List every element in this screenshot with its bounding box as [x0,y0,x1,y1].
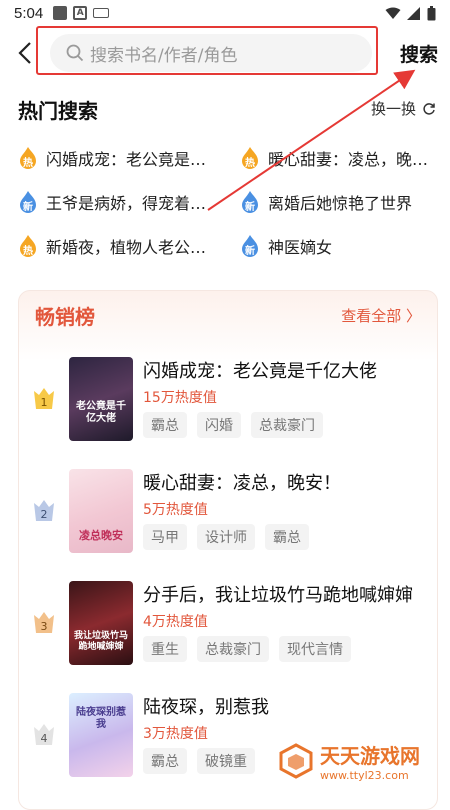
status-time: 5:04 [14,5,43,22]
hot-search-text: 暖心甜妻：凌总，晚… [268,146,428,170]
book-item[interactable]: 1 老公竟是千亿大佬 闪婚成宠：老公竟是千亿大佬 15万热度值 霸总 闪婚 总裁… [19,357,439,467]
rank-crown-gold-icon: 1 [33,385,55,411]
book-tag[interactable]: 霸总 [265,524,309,550]
book-tags: 马甲 设计师 霸总 [143,524,309,550]
hot-badge-icon: 热 [240,147,260,169]
book-tags: 霸总 破镜重 [143,748,255,774]
hot-search-text: 闪婚成宠：老公竟是… [46,146,206,170]
hot-search-item[interactable]: 新 离婚后她惊艳了世界 [240,190,412,214]
book-title: 暖心甜妻：凌总，晚安！ [143,469,341,495]
book-tags: 重生 总裁豪门 现代言情 [143,636,351,662]
watermark-name: 天天游戏网 [320,740,420,769]
refresh-label: 换一换 [371,98,416,119]
hot-badge-icon: 热 [18,235,38,257]
new-badge-icon: 新 [18,191,38,213]
hot-search-item[interactable]: 热 暖心甜妻：凌总，晚… [240,146,428,170]
new-badge-icon: 新 [240,191,260,213]
refresh-button[interactable]: 换一换 [371,98,436,119]
notification-icon [53,6,67,20]
refresh-icon [422,102,436,116]
book-tag[interactable]: 总裁豪门 [251,412,323,438]
watermark-logo-icon [278,743,314,779]
hot-search-item[interactable]: 新 神医嫡女 [240,234,332,258]
hot-search-title: 热门搜索 [18,95,98,124]
book-heat: 15万热度值 [143,387,217,407]
chevron-left-icon [18,41,32,65]
bestseller-title: 畅销榜 [35,301,95,330]
watermark: 天天游戏网 www.ttyl23.com [278,740,420,782]
book-item[interactable]: 3 我让垃圾竹马跪地喊婶婶 分手后，我让垃圾竹马跪地喊婶婶 4万热度值 重生 总… [19,581,439,691]
wifi-icon [385,7,401,20]
book-item[interactable]: 2 凌总晚安 暖心甜妻：凌总，晚安！ 5万热度值 马甲 设计师 霸总 [19,469,439,579]
book-title: 闪婚成宠：老公竟是千亿大佬 [143,357,377,383]
signal-icon [407,7,421,20]
book-tag[interactable]: 霸总 [143,748,187,774]
book-tag[interactable]: 总裁豪门 [197,636,269,662]
bestseller-card: 畅销榜 查看全部 〉 1 老公竟是千亿大佬 闪婚成宠：老公竟是千亿大佬 15万热… [18,290,438,810]
new-badge-icon: 新 [240,235,260,257]
book-tag[interactable]: 破镜重 [197,748,255,774]
book-tag[interactable]: 闪婚 [197,412,241,438]
hot-search-item[interactable]: 热 闪婚成宠：老公竟是… [18,146,206,170]
book-cover-image: 老公竟是千亿大佬 [69,357,133,441]
book-heat: 5万热度值 [143,499,208,519]
view-all-link[interactable]: 查看全部 〉 [341,305,421,326]
book-tag[interactable]: 设计师 [197,524,255,550]
hot-search-text: 神医嫡女 [268,234,332,258]
svg-text:4: 4 [41,732,48,745]
book-cover-image: 凌总晚安 [69,469,133,553]
hot-badge-icon: 热 [18,147,38,169]
rank-crown-silver-icon: 2 [33,497,55,523]
book-heat: 4万热度值 [143,611,208,631]
book-title: 陆夜琛，别惹我 [143,693,269,719]
book-cover-image: 陆夜琛别惹我 [69,693,133,777]
book-tag[interactable]: 现代言情 [279,636,351,662]
battery-icon [427,6,436,21]
book-tag[interactable]: 重生 [143,636,187,662]
rank-crown-bronze-icon: 3 [33,609,55,635]
back-button[interactable] [12,38,38,68]
book-title: 分手后，我让垃圾竹马跪地喊婶婶 [143,581,413,607]
hot-search-text: 离婚后她惊艳了世界 [268,190,412,214]
hot-search-item[interactable]: 新 王爷是病娇，得宠着… [18,190,206,214]
svg-text:3: 3 [41,620,48,633]
svg-text:1: 1 [41,396,48,409]
book-heat: 3万热度值 [143,723,208,743]
book-tags: 霸总 闪婚 总裁豪门 [143,412,323,438]
status-bar: 5:04 A [0,0,450,26]
svg-text:2: 2 [41,508,48,521]
hot-search-text: 新婚夜，植物人老公… [46,234,206,258]
rank-badge-icon: 4 [33,721,55,747]
search-button[interactable]: 搜索 [400,40,438,67]
app-a-icon: A [73,6,87,20]
book-cover-image: 我让垃圾竹马跪地喊婶婶 [69,581,133,665]
book-tag[interactable]: 霸总 [143,412,187,438]
watermark-url: www.ttyl23.com [320,769,420,782]
annotation-highlight-box [36,26,378,75]
keyboard-icon [93,8,109,18]
hot-search-text: 王爷是病娇，得宠着… [46,190,206,214]
search-header: 搜索书名/作者/角色 搜索 [0,26,450,80]
book-tag[interactable]: 马甲 [143,524,187,550]
hot-search-item[interactable]: 热 新婚夜，植物人老公… [18,234,206,258]
